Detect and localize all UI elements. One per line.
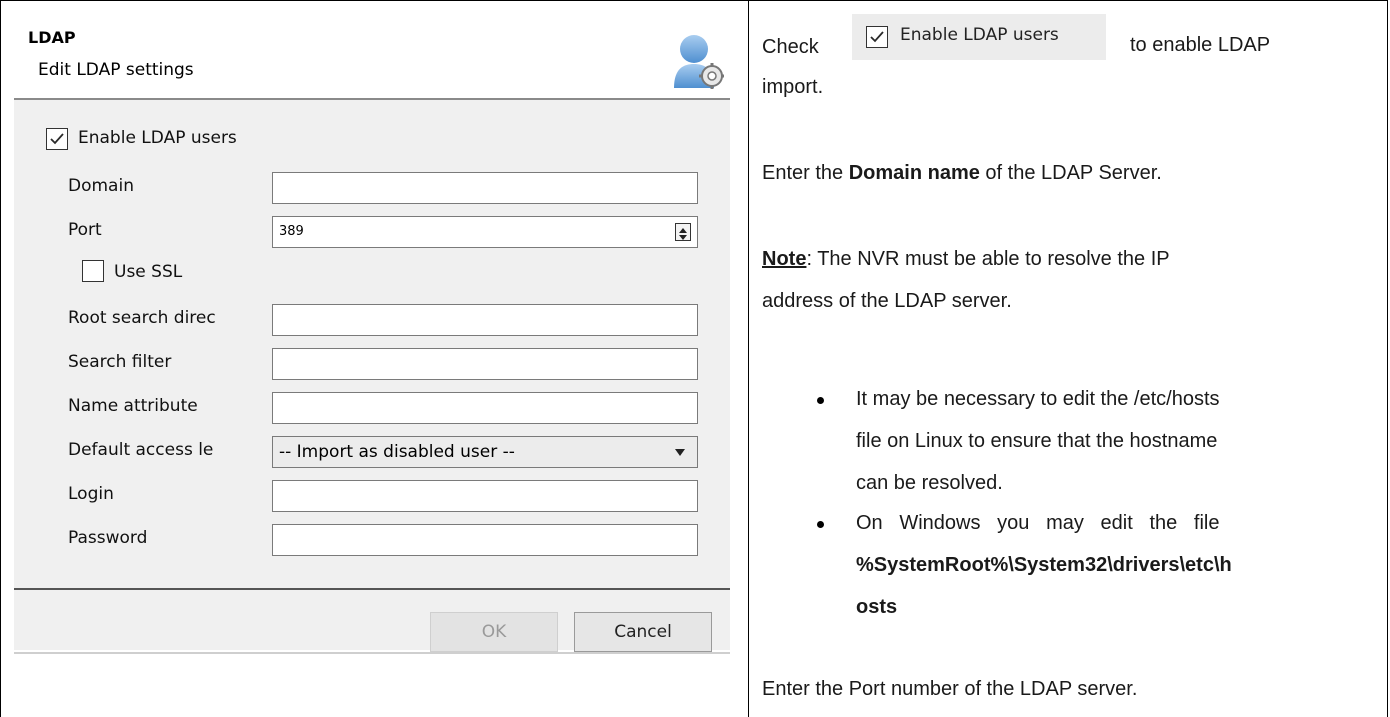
domain-field[interactable] (272, 172, 698, 204)
login-field[interactable] (272, 480, 698, 512)
check-tail: to enable LDAP (1130, 34, 1271, 56)
port-spinner[interactable] (675, 223, 691, 241)
enable-ldap-checkbox[interactable] (46, 128, 68, 150)
note-line1: Note: The NVR must be able to resolve th… (762, 244, 1170, 274)
domain-bold: Domain name (848, 162, 980, 184)
ldap-dialog: LDAP Edit LDAP settings Enable LDAP user… (14, 14, 730, 654)
port-instruction: Enter the Port number of the LDAP server… (762, 678, 1138, 700)
check-word: Check (762, 36, 819, 58)
domain-instruction: Enter the Domain name of the LDAP Server… (762, 158, 1162, 188)
domain-label: Domain (68, 176, 134, 196)
port-label: Port (68, 220, 102, 240)
login-label: Login (68, 484, 114, 504)
dialog-header: LDAP Edit LDAP settings (14, 14, 730, 100)
enable-ldap-label: Enable LDAP users (78, 128, 237, 148)
domain-post: of the LDAP Server. (979, 162, 1162, 184)
footer-divider (14, 588, 730, 590)
checkmark-icon (870, 31, 884, 43)
dialog-title: LDAP (28, 28, 76, 47)
password-field[interactable] (272, 524, 698, 556)
bullet-icon (817, 521, 824, 528)
inline-checkbox (866, 26, 888, 48)
port-field[interactable]: 389 (272, 216, 698, 248)
name-attribute-label: Name attribute (68, 396, 198, 416)
note-line2: address of the LDAP server. (762, 290, 1012, 312)
note-text1: : The NVR must be able to resolve the IP (806, 248, 1170, 270)
root-search-field[interactable] (272, 304, 698, 336)
cancel-button[interactable]: Cancel (574, 612, 712, 652)
note-word: Note (762, 248, 807, 270)
bullet1-line1: It may be necessary to edit the /etc/hos… (856, 388, 1220, 410)
check-tail-line2: import. (762, 76, 824, 98)
search-filter-label: Search filter (68, 352, 172, 372)
bullet2-line2: %SystemRoot%\System32\drivers\etc\h (856, 554, 1232, 576)
ok-button[interactable]: OK (430, 612, 558, 652)
default-access-label: Default access le (68, 440, 214, 460)
inline-checkbox-label: Enable LDAP users (900, 25, 1059, 45)
bullet1-line2: file on Linux to ensure that the hostnam… (856, 430, 1218, 452)
spinner-arrows-icon (679, 228, 687, 240)
column-divider (748, 0, 749, 717)
bullet2-line3: osts (856, 596, 898, 618)
use-ssl-checkbox[interactable] (82, 260, 104, 282)
search-filter-field[interactable] (272, 348, 698, 380)
root-search-label: Root search direc (68, 308, 216, 328)
dialog-subtitle: Edit LDAP settings (38, 60, 194, 80)
default-access-value: -- Import as disabled user -- (279, 442, 515, 462)
user-settings-icon (674, 35, 724, 89)
domain-pre: Enter the (762, 162, 849, 184)
bullet1-line3: can be resolved. (856, 472, 1003, 494)
inline-enable-checkbox-image: Enable LDAP users (852, 14, 1106, 60)
port-value: 389 (279, 224, 304, 239)
dialog-bottom-edge (14, 652, 730, 654)
password-label: Password (68, 528, 148, 548)
use-ssl-label: Use SSL (114, 262, 183, 282)
name-attribute-field[interactable] (272, 392, 698, 424)
bullet-icon (817, 397, 824, 404)
checkmark-icon (50, 133, 64, 145)
default-access-select[interactable]: -- Import as disabled user -- (272, 436, 698, 468)
bullet2-line1: On Windows you may edit the file (856, 512, 1220, 534)
chevron-down-icon (675, 449, 685, 456)
